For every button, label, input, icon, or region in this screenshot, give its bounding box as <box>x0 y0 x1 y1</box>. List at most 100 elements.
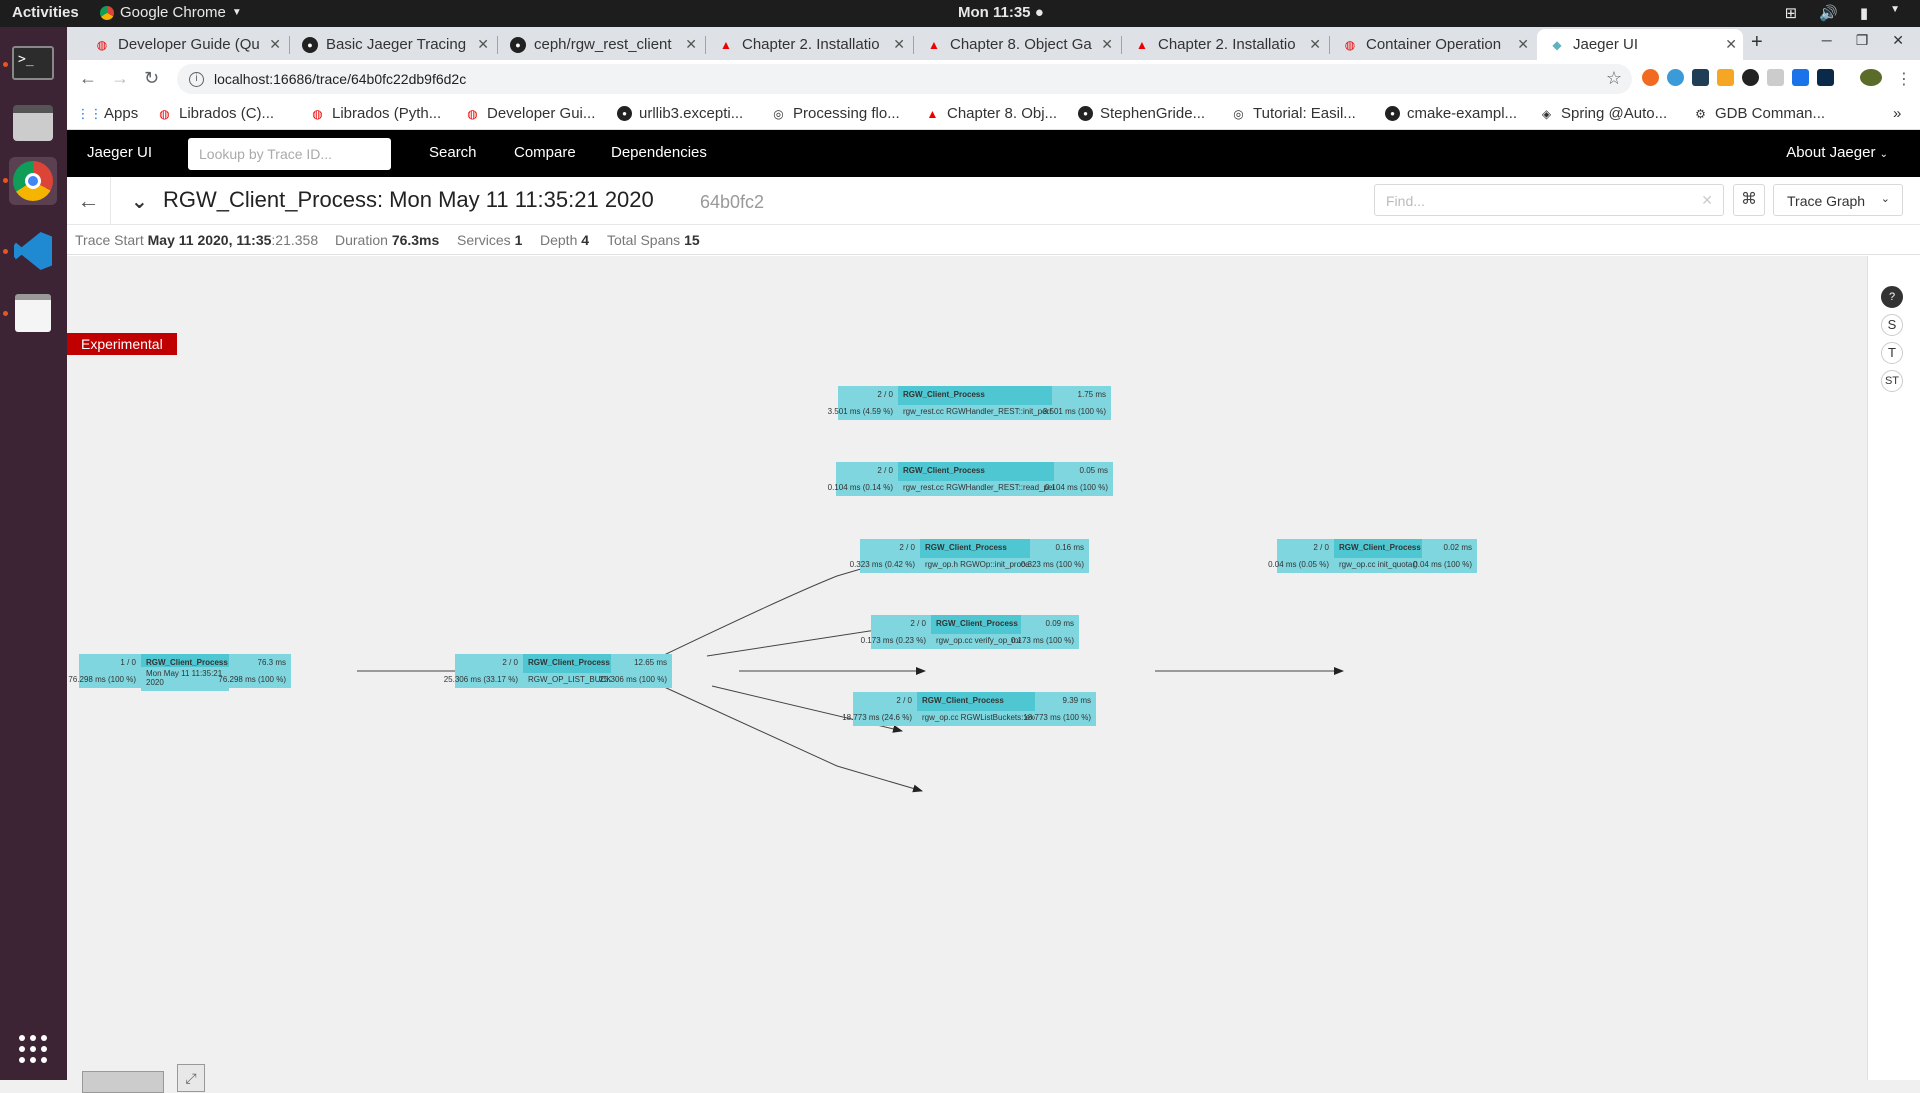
more-menu-icon[interactable]: ⋮ <box>1896 69 1912 89</box>
app-menu[interactable]: Google Chrome ▼ <box>100 4 242 21</box>
tab-developer-guide[interactable]: ◍ Developer Guide (Qu ✕ <box>82 29 287 60</box>
help-icon[interactable]: ? <box>1881 286 1903 308</box>
view-service-button[interactable]: S <box>1881 314 1903 336</box>
extension-icon[interactable] <box>1717 69 1734 86</box>
span-total: 3.501 ms (4.59 %) <box>827 407 893 416</box>
bookmark-item[interactable]: ▲ Chapter 8. Obj... <box>925 105 1058 122</box>
collapse-chevron-icon[interactable]: ⌄ <box>131 189 148 214</box>
extension-icon[interactable] <box>1692 69 1709 86</box>
address-bar[interactable]: i localhost:16686/trace/64b0fc22db9f6d2c… <box>177 64 1632 94</box>
span-total: 0.323 ms (0.42 %) <box>849 560 915 569</box>
close-icon[interactable]: ✕ <box>893 36 905 53</box>
bookmark-item[interactable]: ● StephenGride... <box>1078 105 1205 122</box>
span-node-init-permissions[interactable]: 2 / 0 3.501 ms (4.59 %) RGW_Client_Proces… <box>828 386 1111 420</box>
forward-arrow-icon[interactable]: → <box>111 68 129 89</box>
view-mode-select[interactable]: Trace Graph ⌄ <box>1773 184 1903 216</box>
close-icon[interactable]: ✕ <box>1517 36 1529 53</box>
close-icon[interactable]: ✕ <box>1725 36 1737 53</box>
span-node-list-buckets[interactable]: 2 / 0 25.306 ms (33.17 %) RGW_Client_Proc… <box>444 654 672 688</box>
app-name: Google Chrome <box>120 4 226 21</box>
tab-container-operation[interactable]: ◍ Container Operation ✕ <box>1330 29 1535 60</box>
vscode-launcher[interactable] <box>9 227 57 275</box>
tab-chapter-8[interactable]: ▲ Chapter 8. Object Ga ✕ <box>914 29 1119 60</box>
span-node-init-processing[interactable]: 2 / 0 0.323 ms (0.42 %) RGW_Client_Proces… <box>850 539 1089 573</box>
span-operation: rgw_op.cc verify_op_mask() <box>931 634 1036 649</box>
tab-chapter-2[interactable]: ▲ Chapter 2. Installatio ✕ <box>706 29 911 60</box>
about-jaeger-menu[interactable]: About Jaeger ⌄ <box>1786 144 1888 161</box>
close-icon[interactable]: ✕ <box>685 36 697 53</box>
span-node-list-buckets-execute[interactable]: 2 / 0 18.773 ms (24.6 %) RGW_Client_Proce… <box>842 692 1096 726</box>
clock[interactable]: Mon 11:35 ● <box>958 4 1044 21</box>
bookmark-item[interactable]: ◍ Librados (C)... <box>157 105 274 122</box>
span-count: 2 / 0 <box>910 619 926 628</box>
tab-basic-jaeger[interactable]: ● Basic Jaeger Tracing ✕ <box>290 29 495 60</box>
profile-avatar[interactable] <box>1860 69 1882 86</box>
chevron-down-icon: ⌄ <box>1879 149 1888 160</box>
reload-icon[interactable]: ↻ <box>144 68 159 89</box>
close-icon[interactable]: ✕ <box>269 36 281 53</box>
back-arrow-icon[interactable]: ← <box>67 177 111 225</box>
bookmark-item[interactable]: ◍ Librados (Pyth... <box>310 105 441 122</box>
span-service: RGW_Client_Process <box>936 619 1018 628</box>
new-tab-button[interactable]: + <box>1751 31 1763 54</box>
extension-icon[interactable] <box>1642 69 1659 86</box>
span-node-init-quota[interactable]: 2 / 0 0.04 ms (0.05 %) RGW_Client_Process… <box>1268 539 1477 573</box>
close-icon[interactable]: ✕ <box>1101 36 1113 53</box>
tab-chapter-2-b[interactable]: ▲ Chapter 2. Installatio ✕ <box>1122 29 1327 60</box>
bookmark-item[interactable]: ● cmake-exampl... <box>1385 105 1517 122</box>
extension-icon[interactable] <box>1792 69 1809 86</box>
bookmark-item[interactable]: ◈ Spring @Auto... <box>1539 105 1667 122</box>
terminal-launcher[interactable]: >_ <box>9 39 57 87</box>
info-icon[interactable]: i <box>189 71 204 87</box>
tab-jaeger-ui[interactable]: ◆ Jaeger UI ✕ <box>1537 29 1743 60</box>
keyboard-shortcuts-icon[interactable]: ⌘ <box>1733 184 1765 216</box>
trace-graph-canvas[interactable]: Experimental 1 / 0 76.298 ms (100 %) RGW_… <box>67 256 1867 1093</box>
extension-icon[interactable] <box>1667 69 1684 86</box>
bookmark-item[interactable]: ⚙ GDB Comman... <box>1693 105 1825 122</box>
lookup-trace-input[interactable]: Lookup by Trace ID... <box>188 138 391 170</box>
text-editor-launcher[interactable] <box>9 289 57 337</box>
extension-icon[interactable] <box>1767 69 1784 86</box>
star-icon[interactable]: ☆ <box>1606 68 1622 89</box>
view-self-time-button[interactable]: ST <box>1881 370 1903 392</box>
span-service: RGW_Client_Process <box>903 466 985 475</box>
activities-button[interactable]: Activities <box>12 4 79 21</box>
span-node-verify-op-mask[interactable]: 2 / 0 0.173 ms (0.23 %) RGW_Client_Proces… <box>861 615 1079 649</box>
fit-to-screen-icon[interactable]: ⤢ <box>177 1064 205 1092</box>
nav-compare[interactable]: Compare <box>514 144 576 161</box>
close-window-icon[interactable]: ✕ <box>1892 32 1904 49</box>
volume-icon: 🔊 <box>1819 5 1838 22</box>
span-node-root[interactable]: 1 / 0 76.298 ms (100 %) RGW_Client_Proces… <box>68 654 291 691</box>
bookmark-apps[interactable]: ⋮⋮ Apps <box>77 105 139 122</box>
nav-search[interactable]: Search <box>429 144 477 161</box>
span-operation: Mon May 11 11:35:21 2020 <box>141 667 229 691</box>
bookmark-item[interactable]: ◎ Tutorial: Easil... <box>1231 105 1356 122</box>
graph-minimap[interactable] <box>82 1071 164 1093</box>
bookmark-item[interactable]: ● urllib3.excepti... <box>617 105 743 122</box>
find-input[interactable]: Find... ✕ <box>1374 184 1724 216</box>
nav-dependencies[interactable]: Dependencies <box>611 144 707 161</box>
back-arrow-icon[interactable]: ← <box>79 68 97 89</box>
span-operation: rgw_rest.cc RGWHandler_REST::init_permis… <box>898 405 1086 420</box>
show-apps-button[interactable] <box>9 1025 57 1073</box>
close-icon[interactable]: ✕ <box>477 36 489 53</box>
vscode-icon <box>14 232 52 270</box>
bookmark-item[interactable]: ◎ Processing flo... <box>771 105 899 122</box>
view-time-button[interactable]: T <box>1881 342 1903 364</box>
span-node-read-permissions[interactable]: 2 / 0 0.104 ms (0.14 %) RGW_Client_Proces… <box>828 462 1113 496</box>
extension-icon[interactable] <box>1742 69 1759 86</box>
extension-icon[interactable] <box>1817 69 1834 86</box>
jaeger-brand[interactable]: Jaeger UI <box>87 144 152 161</box>
restore-icon[interactable]: ❐ <box>1856 32 1869 49</box>
trace-start: Trace Start May 11 2020, 11:35:21.358 <box>75 232 319 248</box>
tab-rgw-rest-client[interactable]: ● ceph/rgw_rest_client ✕ <box>498 29 703 60</box>
files-launcher[interactable] <box>9 99 57 147</box>
bookmark-item[interactable]: ◍ Developer Gui... <box>465 105 595 122</box>
bookmarks-overflow-icon[interactable]: » <box>1893 105 1901 122</box>
chrome-launcher[interactable] <box>9 157 57 205</box>
minimize-icon[interactable]: ─ <box>1822 32 1832 49</box>
close-icon[interactable]: ✕ <box>1309 36 1321 53</box>
system-tray[interactable]: ⊞ 🔊 ▮ ▼ <box>1785 4 1900 22</box>
chevron-down-icon: ▼ <box>231 7 242 18</box>
clear-icon[interactable]: ✕ <box>1701 192 1713 209</box>
